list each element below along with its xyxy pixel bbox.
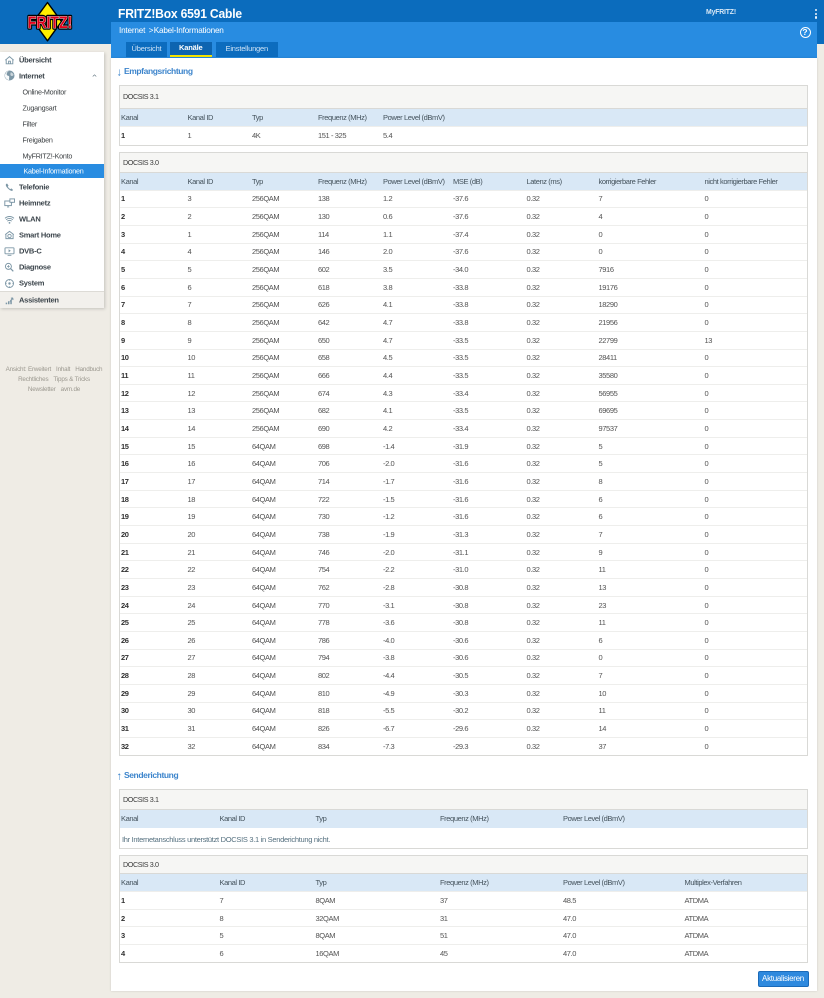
svg-text:FRITZ!: FRITZ! (28, 13, 73, 32)
